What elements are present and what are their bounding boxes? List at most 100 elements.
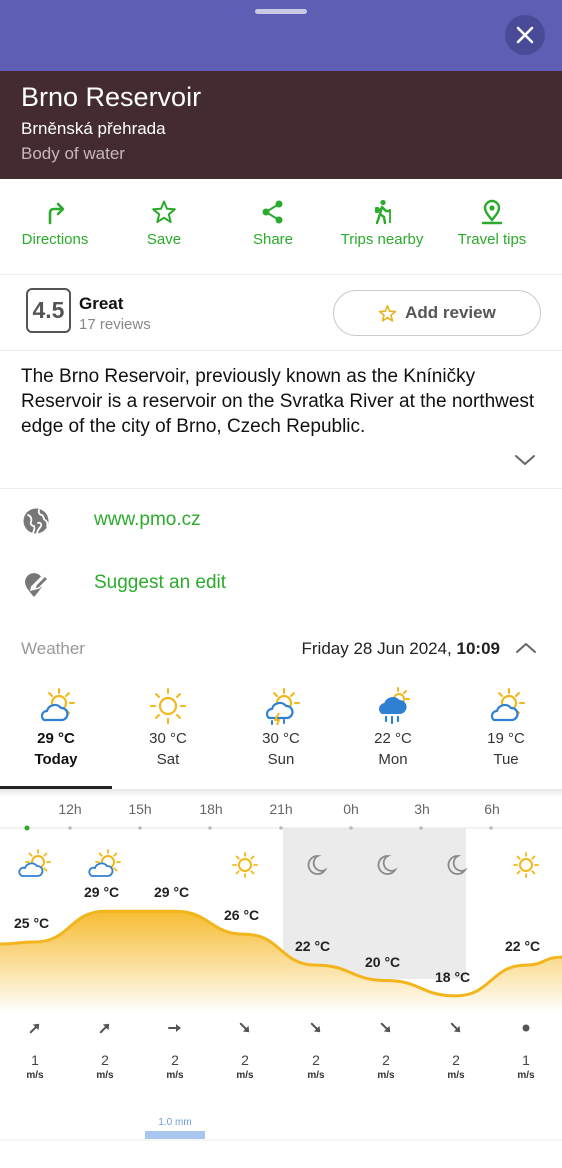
wind-speed-value: 1 <box>31 1052 39 1068</box>
rating-word: Great <box>79 294 124 313</box>
rating-score: 4.5 <box>26 288 71 333</box>
wind-speed: 2 m/s <box>436 1053 476 1083</box>
daily-forecast: 29 °C Today 30 °C Sat 30 °C Sun 22 °C Mo… <box>0 686 562 789</box>
website-row[interactable]: www.pmo.cz <box>0 497 562 547</box>
wind-speed-unit: m/s <box>377 1070 395 1081</box>
temperature-chart <box>0 825 562 1141</box>
edit-pin-icon <box>25 573 49 597</box>
wind-direction-icon <box>25 1018 45 1038</box>
share-button[interactable]: Share <box>218 199 328 248</box>
current-time-marker <box>24 825 30 831</box>
save-label: Save <box>146 231 182 248</box>
day-temp: 29 °C <box>37 730 75 747</box>
wind-speed-unit: m/s <box>236 1070 254 1081</box>
wind-speed-value: 2 <box>241 1052 249 1068</box>
chevron-up-icon[interactable] <box>515 640 537 656</box>
suggest-edit-link[interactable]: Suggest an edit <box>94 572 226 594</box>
wind-speed-unit: m/s <box>26 1070 44 1081</box>
wind-speed: 2 m/s <box>85 1053 125 1083</box>
weather-date: Friday 28 Jun 2024, <box>301 639 452 658</box>
chevron-down-icon <box>515 455 535 465</box>
precipitation-bar <box>145 1131 205 1139</box>
wind-speed-unit: m/s <box>517 1070 535 1081</box>
travel-tips-button[interactable]: Travel tips <box>437 199 547 248</box>
wind-speed-value: 2 <box>382 1052 390 1068</box>
expand-description-button[interactable] <box>513 452 537 473</box>
sheet-top-bar <box>0 0 562 71</box>
sun-icon <box>150 688 186 724</box>
wind-direction-icon <box>235 1018 255 1038</box>
wind-speed: 2 m/s <box>366 1053 406 1083</box>
wind-direction-icon <box>306 1018 326 1038</box>
day-name: Tue <box>493 751 519 768</box>
rating-row: 4.5 Great 17 reviews Add review <box>0 275 562 351</box>
hour-label: 3h <box>414 801 430 817</box>
day-tab-mon[interactable]: 22 °C Mon <box>337 686 449 768</box>
divider <box>0 488 562 489</box>
wind-speed-unit: m/s <box>447 1070 465 1081</box>
wind-speed-unit: m/s <box>307 1070 325 1081</box>
location-pin-icon <box>481 199 503 225</box>
hour-label: 18h <box>199 801 223 817</box>
hourly-temp-label: 29 °C <box>84 884 120 901</box>
day-temp: 19 °C <box>487 730 525 747</box>
drag-handle[interactable] <box>255 9 307 14</box>
hourly-temp-label: 18 °C <box>435 968 471 985</box>
wind-speed-value: 2 <box>312 1052 320 1068</box>
day-name: Sun <box>267 751 295 768</box>
sun-icon <box>513 852 539 878</box>
add-review-button[interactable]: Add review <box>333 290 541 336</box>
directions-label: Directions <box>21 231 89 248</box>
hourly-temp-label: 29 °C <box>154 884 190 901</box>
hourly-temp-label: 25 °C <box>14 915 50 931</box>
hour-tick <box>68 826 72 830</box>
day-temp: 30 °C <box>149 730 187 747</box>
wind-speed: 2 m/s <box>296 1053 336 1083</box>
travel-tips-label: Travel tips <box>457 231 527 248</box>
day-tab-today[interactable]: 29 °C Today <box>0 686 112 768</box>
hourly-temp-label: 26 °C <box>224 907 260 924</box>
suggest-edit-row[interactable]: Suggest an edit <box>0 560 562 610</box>
hour-label: 6h <box>484 801 500 817</box>
hour-tick <box>419 826 423 830</box>
wind-speed-unit: m/s <box>96 1070 114 1081</box>
hourly-temp-label: 20 °C <box>365 953 401 970</box>
place-title: Brno Reservoir <box>21 82 202 112</box>
place-category: Body of water <box>21 144 125 163</box>
wind-speed-value: 2 <box>452 1052 460 1068</box>
temperature-area <box>0 911 562 1012</box>
calm-wind-icon <box>516 1018 536 1038</box>
directions-button[interactable]: Directions <box>0 199 110 248</box>
trips-nearby-label: Trips nearby <box>340 231 424 248</box>
review-count[interactable]: 17 reviews <box>79 316 151 333</box>
wind-speed-value: 2 <box>171 1052 179 1068</box>
directions-icon <box>48 202 65 225</box>
hour-tick <box>349 826 353 830</box>
weather-time: 10:09 <box>456 639 500 658</box>
hour-label: 12h <box>58 801 82 817</box>
hourly-forecast[interactable]: 12h 15h 18h 21h 0h 3h 6h 25 °C 1 m/s 29 °C 2… <box>0 797 562 1168</box>
wind-direction-icon <box>376 1018 396 1038</box>
trips-nearby-button[interactable]: Trips nearby <box>327 199 437 248</box>
day-tab-sun[interactable]: 30 °C Sun <box>225 686 337 768</box>
day-temp: 22 °C <box>374 730 412 747</box>
website-link[interactable]: www.pmo.cz <box>94 509 201 531</box>
hour-label: 15h <box>128 801 152 817</box>
wind-speed-value: 1 <box>522 1052 530 1068</box>
day-name: Sat <box>156 751 180 768</box>
star-icon <box>152 200 176 223</box>
wind-speed-unit: m/s <box>166 1070 184 1081</box>
save-button[interactable]: Save <box>109 199 219 248</box>
hour-tick <box>489 826 493 830</box>
hourly-temp-label: 22 °C <box>295 938 331 955</box>
weather-header[interactable]: Weather Friday 28 Jun 2024, 10:09 <box>0 632 562 666</box>
day-tab-sat[interactable]: 30 °C Sat <box>112 686 224 768</box>
partly-cloudy-icon <box>40 688 75 722</box>
partly-cloudy-icon <box>490 688 525 722</box>
close-button[interactable] <box>505 15 545 55</box>
wind-speed: 1 m/s <box>506 1053 546 1083</box>
wind-speed: 2 m/s <box>155 1053 195 1083</box>
day-tab-tue[interactable]: 19 °C Tue <box>450 686 562 768</box>
wind-speed: 2 m/s <box>225 1053 265 1083</box>
add-review-label: Add review <box>405 303 496 322</box>
